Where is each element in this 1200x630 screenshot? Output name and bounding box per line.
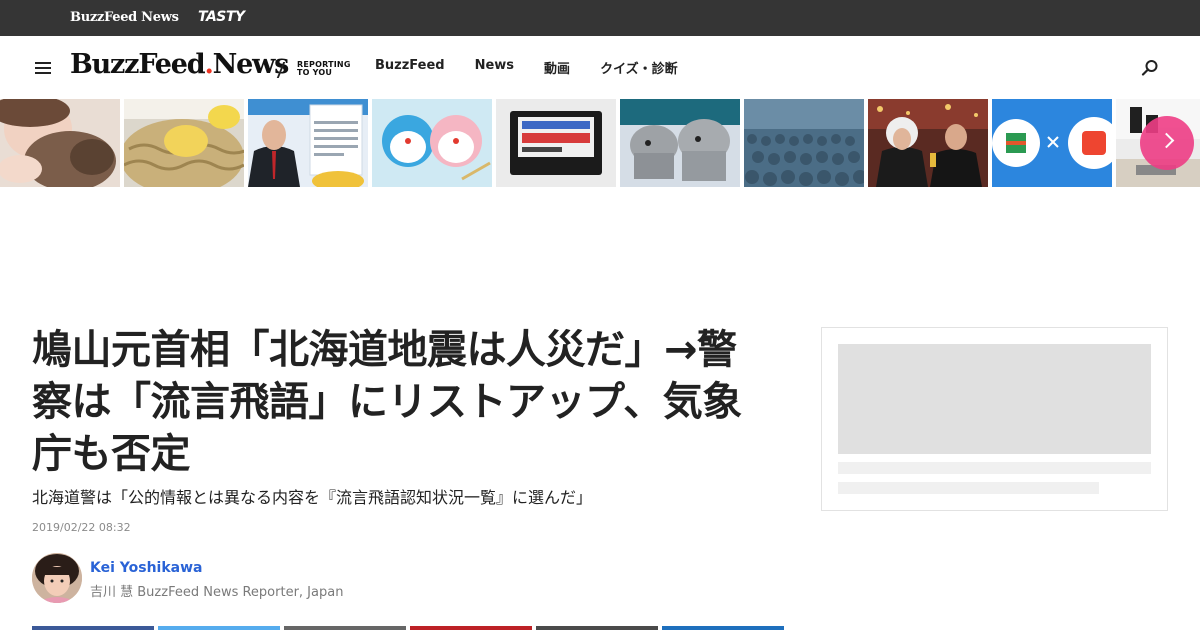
share-twitter-button[interactable]: [158, 626, 280, 630]
nav-item-video[interactable]: 動画: [544, 58, 570, 77]
convenience-store-logos-photo: [992, 99, 1112, 187]
article-dek: 北海道警は「公的情報とは異なる内容を『流言飛語認知状況一覧』に選んだ」: [32, 488, 593, 507]
network-bar: BuzzFeed News TASTY: [0, 0, 1200, 36]
crowd-photo: [744, 99, 864, 187]
thumbnail-item[interactable]: [124, 99, 244, 187]
logo-main-text: BuzzFeed: [70, 49, 206, 80]
author-avatar[interactable]: [32, 553, 82, 603]
person-with-cat-photo: [0, 99, 120, 187]
thumbnail-item[interactable]: [372, 99, 492, 187]
thumbnail-item[interactable]: [496, 99, 616, 187]
search-icon[interactable]: [1141, 59, 1159, 77]
doraemon-sweets-photo: [372, 99, 492, 187]
tagline: REPORTING TO YOU: [297, 60, 351, 77]
author-name-link[interactable]: Kei Yoshikawa: [90, 560, 202, 576]
carousel-next-button[interactable]: [1140, 116, 1194, 170]
robot-dogs-photo: [620, 99, 740, 187]
share-hatena-button[interactable]: [536, 626, 658, 630]
thumbnail-item[interactable]: [620, 99, 740, 187]
share-pinterest-button[interactable]: [410, 626, 532, 630]
author-role: 吉川 慧 BuzzFeed News Reporter, Japan: [90, 585, 344, 600]
logo-dot: .: [204, 49, 213, 80]
site-header: BuzzFeed.News REPORTING TO YOU BuzzFeed …: [0, 36, 1200, 99]
famicom-cartridge-photo: [496, 99, 616, 187]
article-timestamp: 2019/02/22 08:32: [32, 521, 131, 534]
share-linkedin-button[interactable]: [662, 626, 784, 630]
noodle-dish-photo: [124, 99, 244, 187]
ad-text-skeleton: [838, 482, 1099, 494]
main-nav: BuzzFeed News 動画 クイズ・診断: [375, 58, 708, 77]
nav-item-buzzfeed[interactable]: BuzzFeed: [375, 58, 445, 77]
author-portrait-photo: [32, 553, 82, 603]
chevron-right-icon: [1158, 132, 1175, 149]
share-facebook-button[interactable]: [32, 626, 154, 630]
thumbnail-item[interactable]: [0, 99, 120, 187]
menu-icon[interactable]: [35, 62, 51, 74]
thumbnail-item[interactable]: [744, 99, 864, 187]
thumbnail-item[interactable]: [992, 99, 1112, 187]
thumbnail-item[interactable]: [248, 99, 368, 187]
politician-portrait-photo: [248, 99, 368, 187]
nav-item-quiz[interactable]: クイズ・診断: [600, 58, 678, 77]
buzzfeed-news-network-link[interactable]: BuzzFeed News: [70, 10, 179, 25]
ad-placeholder: [821, 327, 1168, 511]
trending-thumbnail-strip: [0, 99, 1200, 187]
site-logo[interactable]: BuzzFeed.News: [70, 49, 289, 80]
award-ceremony-photo: [868, 99, 988, 187]
ad-text-skeleton: [838, 462, 1151, 474]
nav-item-news[interactable]: News: [475, 58, 514, 77]
share-line-button[interactable]: [284, 626, 406, 630]
tasty-network-link[interactable]: TASTY: [198, 9, 245, 25]
article-headline: 鳩山元首相「北海道地震は人災だ」→警察は「流言飛語」にリストアップ、気象庁も否定: [32, 327, 742, 477]
thumbnail-item[interactable]: [868, 99, 988, 187]
ad-image-skeleton: [838, 344, 1151, 454]
